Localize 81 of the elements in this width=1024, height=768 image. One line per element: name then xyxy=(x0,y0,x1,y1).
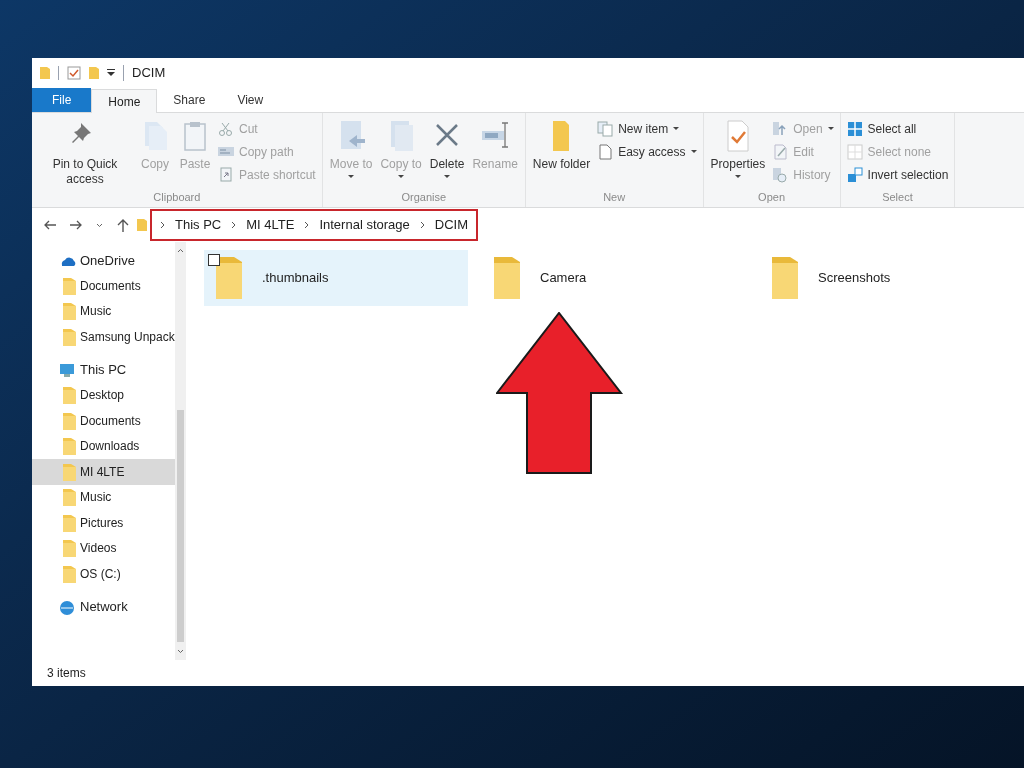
ribbon-button[interactable]: Invert selection xyxy=(846,165,949,184)
computer-icon xyxy=(58,362,76,378)
ribbon-button[interactable]: Select all xyxy=(846,119,949,138)
scrollbar-thumb[interactable] xyxy=(176,410,184,642)
folder-icon xyxy=(62,276,77,295)
chevron-down-icon[interactable] xyxy=(96,222,103,228)
ribbon-button[interactable]: New item xyxy=(597,119,697,138)
sidebar-item[interactable]: Music xyxy=(32,298,175,324)
folder-icon xyxy=(62,513,77,532)
ribbon-tab[interactable]: Home xyxy=(91,89,158,113)
ribbon-button[interactable]: Pin to Quick access xyxy=(36,117,134,187)
back-arrow-icon[interactable] xyxy=(44,220,56,230)
ribbon-icon xyxy=(846,166,863,183)
group-label: Organise xyxy=(401,189,447,205)
ribbon-tab[interactable]: File xyxy=(32,88,92,112)
ribbon-icon xyxy=(772,166,789,183)
properties-icon[interactable] xyxy=(67,66,81,80)
sidebar-item[interactable]: This PC xyxy=(32,357,175,383)
sidebar-item[interactable]: Music xyxy=(32,484,175,510)
folder-icon xyxy=(62,564,77,583)
sidebar-item[interactable]: Downloads xyxy=(32,433,175,459)
ribbon-icon xyxy=(846,120,863,137)
group-label: Select xyxy=(882,189,913,205)
breadcrumb-link[interactable]: This PC xyxy=(175,215,222,235)
folder-icon xyxy=(62,386,77,405)
breadcrumb-link[interactable]: Internal storage xyxy=(319,215,410,235)
sidebar-item[interactable]: Pictures xyxy=(32,510,175,536)
sidebar-item[interactable]: Videos xyxy=(32,535,175,561)
chevron-down-icon[interactable] xyxy=(176,649,184,654)
sidebar-item[interactable]: OS (C:) xyxy=(32,561,175,587)
group-label: Clipboard xyxy=(153,189,201,205)
chevron-right-icon[interactable] xyxy=(231,221,237,229)
ribbon-icon xyxy=(772,143,789,160)
sidebar-item[interactable]: Network xyxy=(32,594,175,620)
folder-icon xyxy=(62,327,77,346)
folder-icon xyxy=(214,255,244,301)
ribbon-tab[interactable]: View xyxy=(221,88,280,112)
chevron-right-icon[interactable] xyxy=(304,221,310,229)
ribbon-button[interactable]: Delete xyxy=(426,117,468,178)
folder-icon xyxy=(62,488,77,507)
sidebar-item[interactable]: Documents xyxy=(32,273,175,299)
breadcrumb-link[interactable]: MI 4LTE xyxy=(246,215,295,235)
folder-icon xyxy=(770,255,800,301)
folder-icon xyxy=(62,437,77,456)
folder-icon xyxy=(62,411,77,430)
forward-arrow-icon[interactable] xyxy=(70,220,82,230)
folder-item[interactable]: Camera xyxy=(482,250,746,306)
scrollbar[interactable] xyxy=(174,242,186,660)
ribbon-button[interactable]: Properties xyxy=(707,117,769,178)
sidebar-item[interactable]: Documents xyxy=(32,408,175,434)
group-label: New xyxy=(603,189,626,205)
ribbon-tab[interactable]: Share xyxy=(157,88,222,112)
folder-icon xyxy=(492,255,522,301)
sidebar-item[interactable]: Desktop xyxy=(32,382,175,408)
ribbon-icon xyxy=(597,143,614,160)
chevron-right-icon[interactable] xyxy=(419,221,425,229)
network-icon xyxy=(58,599,76,615)
folder-item[interactable]: Screenshots xyxy=(760,250,1024,306)
ribbon-icon xyxy=(597,120,614,137)
folder-icon xyxy=(62,539,77,558)
sidebar-item[interactable]: OneDrive xyxy=(32,248,175,273)
chevron-right-icon[interactable] xyxy=(160,221,165,229)
breadcrumb-link[interactable]: DCIM xyxy=(434,215,468,235)
dropdown-icon[interactable] xyxy=(107,69,115,77)
folder-icon xyxy=(62,462,77,481)
up-arrow-icon[interactable] xyxy=(117,218,129,232)
ribbon-icon xyxy=(846,143,863,160)
group-label: Open xyxy=(758,189,785,205)
ribbon-button[interactable]: New folder xyxy=(529,117,594,172)
ribbon-icon xyxy=(218,120,234,137)
folder-icon xyxy=(137,218,147,232)
folder-icon xyxy=(62,302,77,321)
folder-item[interactable]: .thumbnails xyxy=(204,250,468,306)
checkbox[interactable] xyxy=(208,254,220,266)
sidebar-item[interactable]: Samsung Unpack xyxy=(32,324,175,350)
ribbon-button[interactable]: Easy access xyxy=(597,142,697,161)
chevron-up-icon[interactable] xyxy=(176,248,184,253)
ribbon-icon xyxy=(218,166,234,183)
window-title: DCIM xyxy=(132,64,166,83)
sidebar-item[interactable]: MI 4LTE xyxy=(32,459,175,485)
item-count: 3 items xyxy=(47,665,86,682)
